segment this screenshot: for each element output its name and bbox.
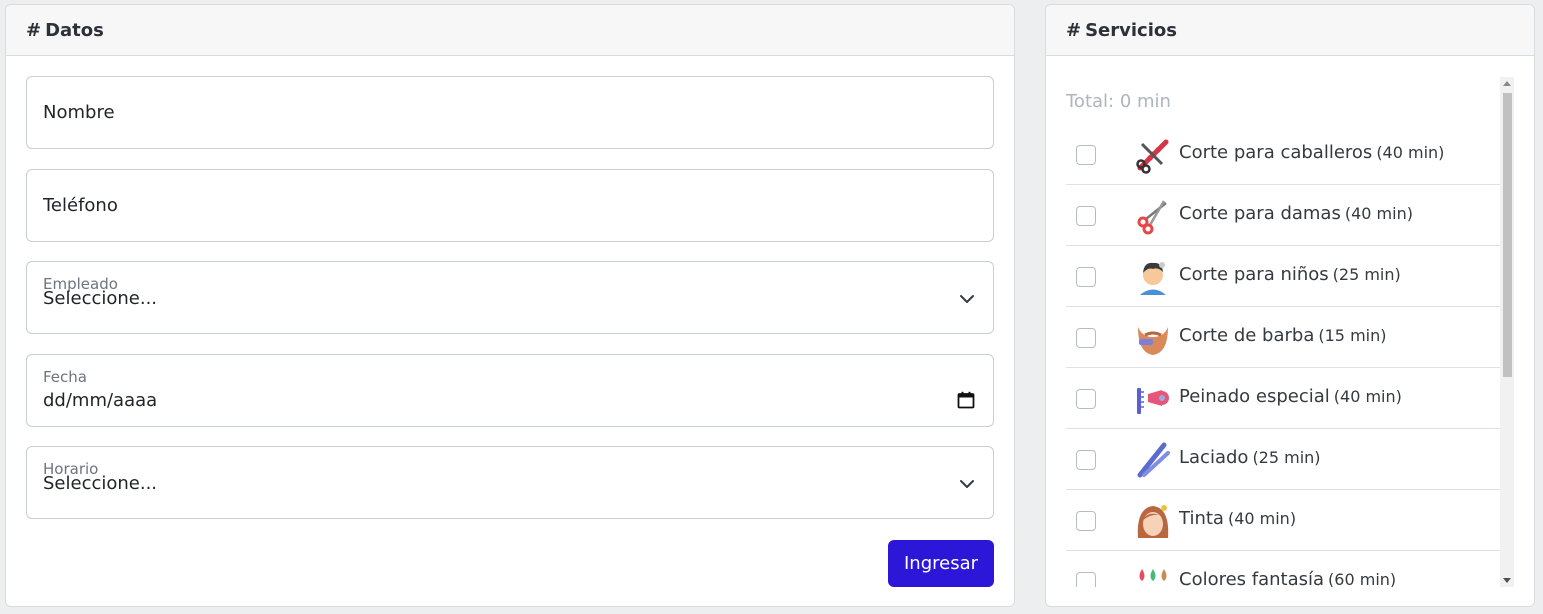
scrollbar-thumb[interactable] bbox=[1503, 93, 1512, 377]
total-duration: Total: 0 min bbox=[1066, 91, 1171, 112]
service-duration: (40 min) bbox=[1344, 204, 1413, 223]
servicios-title: Servicios bbox=[1085, 19, 1177, 41]
service-label: Colores fantasía (60 min) bbox=[1179, 569, 1396, 587]
fecha-label: Fecha bbox=[43, 368, 87, 386]
service-item: Peinado especial (40 min) bbox=[1066, 368, 1500, 429]
telefono-placeholder: Teléfono bbox=[43, 195, 118, 216]
horario-value: Seleccione... bbox=[43, 473, 158, 494]
horario-select[interactable]: Horario Seleccione... bbox=[26, 446, 994, 519]
service-duration: (15 min) bbox=[1318, 326, 1387, 345]
service-name: Corte de barba bbox=[1179, 325, 1315, 346]
color-drops-icon bbox=[1139, 569, 1167, 581]
datos-card: # Datos Nombre Teléfono Empleado Selecci… bbox=[5, 4, 1015, 607]
service-item: Tinta (40 min) bbox=[1066, 490, 1500, 551]
service-checkbox[interactable] bbox=[1076, 145, 1096, 165]
service-label: Peinado especial (40 min) bbox=[1179, 386, 1402, 407]
hair-dryer-icon bbox=[1137, 388, 1169, 414]
service-item: Corte para damas (40 min) bbox=[1066, 185, 1500, 246]
datos-title: Datos bbox=[45, 19, 104, 41]
service-name: Laciado bbox=[1179, 447, 1249, 468]
service-item: Corte de barba (15 min) bbox=[1066, 307, 1500, 368]
fecha-value: dd/mm/aaaa bbox=[43, 390, 158, 411]
scroll-up-arrow-icon[interactable] bbox=[1503, 81, 1511, 86]
datos-header: # Datos bbox=[6, 5, 1014, 56]
service-label: Corte de barba (15 min) bbox=[1179, 325, 1386, 346]
service-label: Corte para niños (25 min) bbox=[1179, 264, 1401, 285]
servicios-header: # Servicios bbox=[1046, 5, 1534, 56]
service-name: Tinta bbox=[1179, 508, 1224, 529]
service-duration: (40 min) bbox=[1227, 509, 1297, 528]
servicios-card: # Servicios Total: 0 min Corte para caba… bbox=[1045, 4, 1535, 607]
service-name: Peinado especial bbox=[1179, 386, 1330, 407]
service-duration: (25 min) bbox=[1332, 265, 1401, 284]
service-item: Laciado (25 min) bbox=[1066, 429, 1500, 490]
services-scroll-area[interactable]: Total: 0 min Corte para caballeros (40 mi… bbox=[1066, 77, 1514, 587]
service-label: Tinta (40 min) bbox=[1179, 508, 1296, 529]
service-checkbox[interactable] bbox=[1076, 450, 1096, 470]
services-list: Corte para caballeros (40 min) Corte para… bbox=[1066, 124, 1500, 587]
chevron-down-icon bbox=[960, 295, 974, 303]
empleado-value: Seleccione... bbox=[43, 288, 158, 309]
service-checkbox[interactable] bbox=[1076, 511, 1096, 531]
beard-icon bbox=[1138, 327, 1168, 355]
hair-dye-icon bbox=[1137, 505, 1169, 538]
service-duration: (40 min) bbox=[1376, 143, 1445, 162]
empleado-select[interactable]: Empleado Seleccione... bbox=[26, 261, 994, 334]
service-name: Corte para damas bbox=[1179, 203, 1341, 224]
hair-straightener-icon bbox=[1137, 442, 1170, 478]
scrollbar[interactable] bbox=[1500, 77, 1514, 587]
service-name: Colores fantasía bbox=[1179, 569, 1325, 587]
calendar-icon[interactable] bbox=[957, 391, 975, 409]
service-label: Corte para damas (40 min) bbox=[1179, 203, 1413, 224]
scissors-icon bbox=[1137, 200, 1167, 235]
service-checkbox[interactable] bbox=[1076, 389, 1096, 409]
child-haircut-icon bbox=[1140, 262, 1166, 295]
nombre-placeholder: Nombre bbox=[43, 102, 115, 123]
service-checkbox[interactable] bbox=[1076, 206, 1096, 226]
telefono-field[interactable]: Teléfono bbox=[26, 169, 994, 242]
service-duration: (60 min) bbox=[1328, 570, 1397, 587]
service-duration: (40 min) bbox=[1333, 387, 1402, 406]
service-name: Corte para niños bbox=[1179, 264, 1329, 285]
service-name: Corte para caballeros bbox=[1179, 142, 1373, 163]
hash-icon: # bbox=[1066, 19, 1082, 41]
nombre-field[interactable]: Nombre bbox=[26, 76, 994, 149]
service-item: Corte para caballeros (40 min) bbox=[1066, 124, 1500, 185]
service-item: Colores fantasía (60 min) bbox=[1066, 551, 1500, 587]
fecha-input[interactable]: Fecha dd/mm/aaaa bbox=[26, 354, 994, 427]
chevron-down-icon bbox=[960, 480, 974, 488]
service-item: Corte para niños (25 min) bbox=[1066, 246, 1500, 307]
service-checkbox[interactable] bbox=[1076, 267, 1096, 287]
comb-scissors-icon bbox=[1136, 139, 1169, 174]
hash-icon: # bbox=[26, 19, 42, 41]
service-duration: (25 min) bbox=[1252, 448, 1321, 467]
service-label: Corte para caballeros (40 min) bbox=[1179, 142, 1444, 163]
ingresar-button[interactable]: Ingresar bbox=[888, 540, 994, 587]
service-checkbox[interactable] bbox=[1076, 572, 1096, 587]
service-checkbox[interactable] bbox=[1076, 328, 1096, 348]
service-label: Laciado (25 min) bbox=[1179, 447, 1321, 468]
scroll-down-arrow-icon[interactable] bbox=[1503, 578, 1511, 583]
